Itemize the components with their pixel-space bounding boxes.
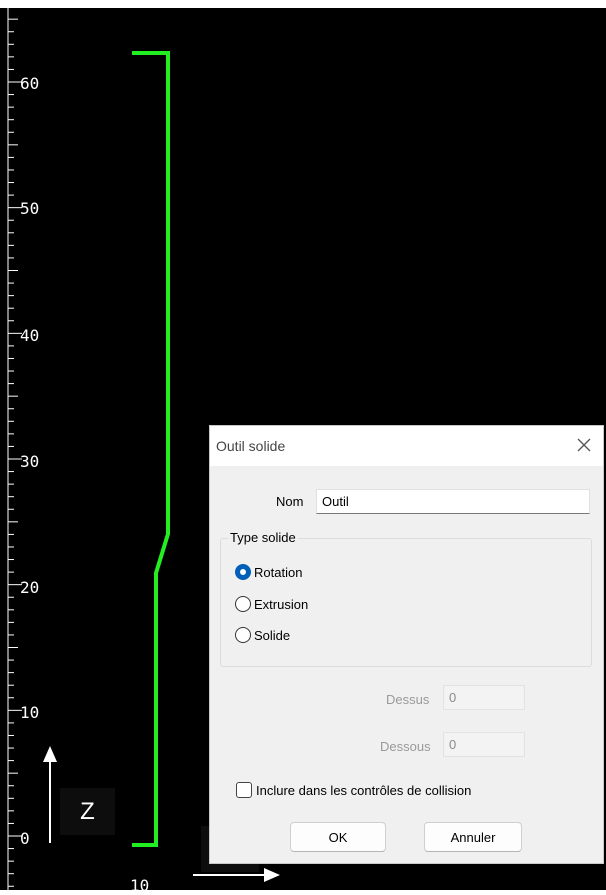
dessus-input[interactable] xyxy=(443,685,525,710)
x-axis-arrowhead xyxy=(264,868,280,882)
tool-profile-outline xyxy=(132,51,170,847)
type-solide-legend: Type solide xyxy=(228,530,298,545)
close-icon[interactable] xyxy=(573,434,595,456)
radio-extrusion[interactable]: Extrusion xyxy=(235,596,308,612)
name-input[interactable] xyxy=(316,489,590,514)
ruler-label-50: 50 xyxy=(20,199,40,218)
collision-checkbox-row[interactable]: Inclure dans les contrôles de collision xyxy=(236,782,471,798)
radio-rotation[interactable]: Rotation xyxy=(235,564,302,580)
radio-rotation-indicator[interactable] xyxy=(235,564,251,580)
ruler-label-40: 40 xyxy=(20,326,40,345)
radio-solide-indicator[interactable] xyxy=(235,627,251,643)
radio-extrusion-indicator[interactable] xyxy=(235,596,251,612)
radio-solide[interactable]: Solide xyxy=(235,627,290,643)
ok-button[interactable]: OK xyxy=(290,822,386,852)
ruler-label-60: 60 xyxy=(20,74,40,93)
radio-rotation-label: Rotation xyxy=(254,564,303,580)
ruler-label-0: 0 xyxy=(20,829,30,848)
z-axis-arrowhead xyxy=(43,746,57,762)
collision-checkbox[interactable] xyxy=(236,782,252,798)
outil-solide-dialog: Outil solide Nom Type solide Rotation Ex… xyxy=(209,425,604,864)
ruler-label-20: 20 xyxy=(20,578,40,597)
radio-extrusion-label: Extrusion xyxy=(254,596,309,612)
dessous-input[interactable] xyxy=(443,732,525,757)
collision-label: Inclure dans les contrôles de collision xyxy=(256,782,472,798)
dialog-title: Outil solide xyxy=(216,438,286,454)
x-ruler-label-10: 10 xyxy=(130,876,150,895)
ruler-label-10: 10 xyxy=(20,703,40,722)
radio-solide-label: Solide xyxy=(254,627,291,643)
dessus-label: Dessus xyxy=(386,692,430,707)
vertical-ruler xyxy=(7,8,22,890)
dialog-titlebar[interactable]: Outil solide xyxy=(210,426,603,466)
name-label: Nom xyxy=(276,494,304,509)
z-axis-label: Z xyxy=(60,788,115,835)
cancel-button[interactable]: Annuler xyxy=(424,822,522,852)
ruler-label-30: 30 xyxy=(20,452,40,471)
dessous-label: Dessous xyxy=(380,739,431,754)
